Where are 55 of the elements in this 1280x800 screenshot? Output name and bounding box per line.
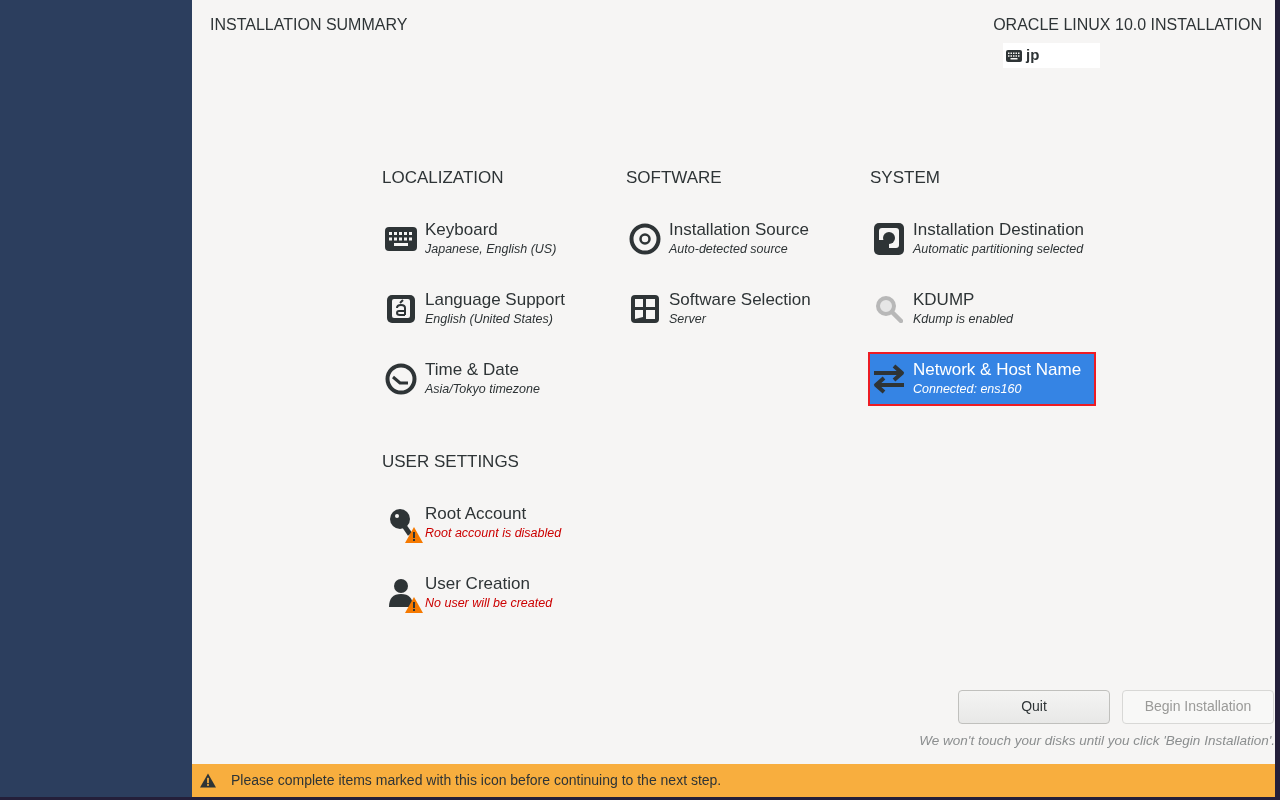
spoke-item[interactable]: Language Support English (United States) — [380, 282, 608, 336]
section-heading: LOCALIZATION — [382, 167, 505, 189]
spoke-status: Japanese, English (US) — [425, 241, 557, 258]
keyboard-icon — [385, 227, 417, 251]
disc-icon — [629, 223, 661, 255]
spoke-item[interactable]: Installation Destination Automatic partitioning selected — [868, 212, 1096, 266]
grid-icon — [631, 295, 659, 323]
spoke-title: Language Support — [425, 290, 565, 310]
spoke-status: Automatic partitioning selected — [913, 241, 1085, 258]
spoke-status: Auto-detected source — [669, 241, 789, 258]
person-icon — [388, 578, 414, 608]
spoke-item[interactable]: User Creation No user will be created — [380, 566, 608, 620]
search-icon — [875, 295, 903, 323]
clock-icon — [385, 363, 417, 395]
spoke-title: Network & Host Name — [913, 360, 1082, 380]
spoke-item[interactable]: Time & Date Asia/Tokyo timezone — [380, 352, 608, 406]
spoke-status: Root account is disabled — [425, 525, 562, 542]
spoke-status: Connected: ens160 — [913, 381, 1023, 398]
spoke-item[interactable]: Software Selection Server — [624, 282, 852, 336]
language-icon — [386, 294, 416, 324]
spoke-title: Root Account — [425, 504, 528, 524]
spoke-title: KDUMP — [913, 290, 976, 310]
spoke-title: User Creation — [425, 574, 531, 594]
key-icon — [389, 508, 413, 538]
spoke-status: Kdump is enabled — [913, 311, 1014, 328]
spoke-item[interactable]: KDUMP Kdump is enabled — [868, 282, 1096, 336]
keyboard-layout-indicator[interactable]: jp — [1003, 43, 1100, 68]
warning-message: Please complete items marked with this icon before continuing to the next step. — [231, 771, 722, 790]
warning-icon — [200, 773, 216, 788]
action-button[interactable]: Quit — [958, 689, 1110, 724]
spoke-title: Installation Source — [669, 220, 809, 240]
layout-code: jp — [1026, 45, 1040, 66]
spoke-title: Time & Date — [425, 360, 520, 380]
drive-icon — [874, 223, 904, 255]
spoke-item[interactable]: Installation Source Auto-detected source — [624, 212, 852, 266]
keyboard-icon — [1006, 49, 1022, 62]
spoke-status: English (United States) — [425, 311, 554, 328]
warning-icon — [405, 597, 423, 613]
spoke-title: Installation Destination — [913, 220, 1085, 240]
spoke-title: Software Selection — [669, 290, 811, 310]
spoke-item[interactable]: Keyboard Japanese, English (US) — [380, 212, 608, 266]
spoke-item[interactable]: Network & Host Name Connected: ens160 — [868, 352, 1096, 406]
warning-icon — [405, 527, 423, 543]
section-heading: SOFTWARE — [626, 167, 723, 189]
arrows-icon — [872, 364, 906, 394]
spoke-title: Keyboard — [425, 220, 499, 240]
page-title: INSTALLATION SUMMARY — [210, 15, 408, 35]
spoke-status: No user will be created — [425, 595, 553, 612]
spoke-status: Asia/Tokyo timezone — [425, 381, 540, 398]
product-title: ORACLE LINUX 10.0 INSTALLATION — [993, 15, 1262, 35]
spoke-status: Server — [669, 311, 708, 328]
disk-notice: We won't touch your disks until you click 'Begin Installation'. — [919, 731, 1275, 750]
section-heading: SYSTEM — [870, 167, 941, 189]
section-heading: USER SETTINGS — [382, 451, 520, 473]
spoke-item[interactable]: Root Account Root account is disabled — [380, 496, 608, 550]
